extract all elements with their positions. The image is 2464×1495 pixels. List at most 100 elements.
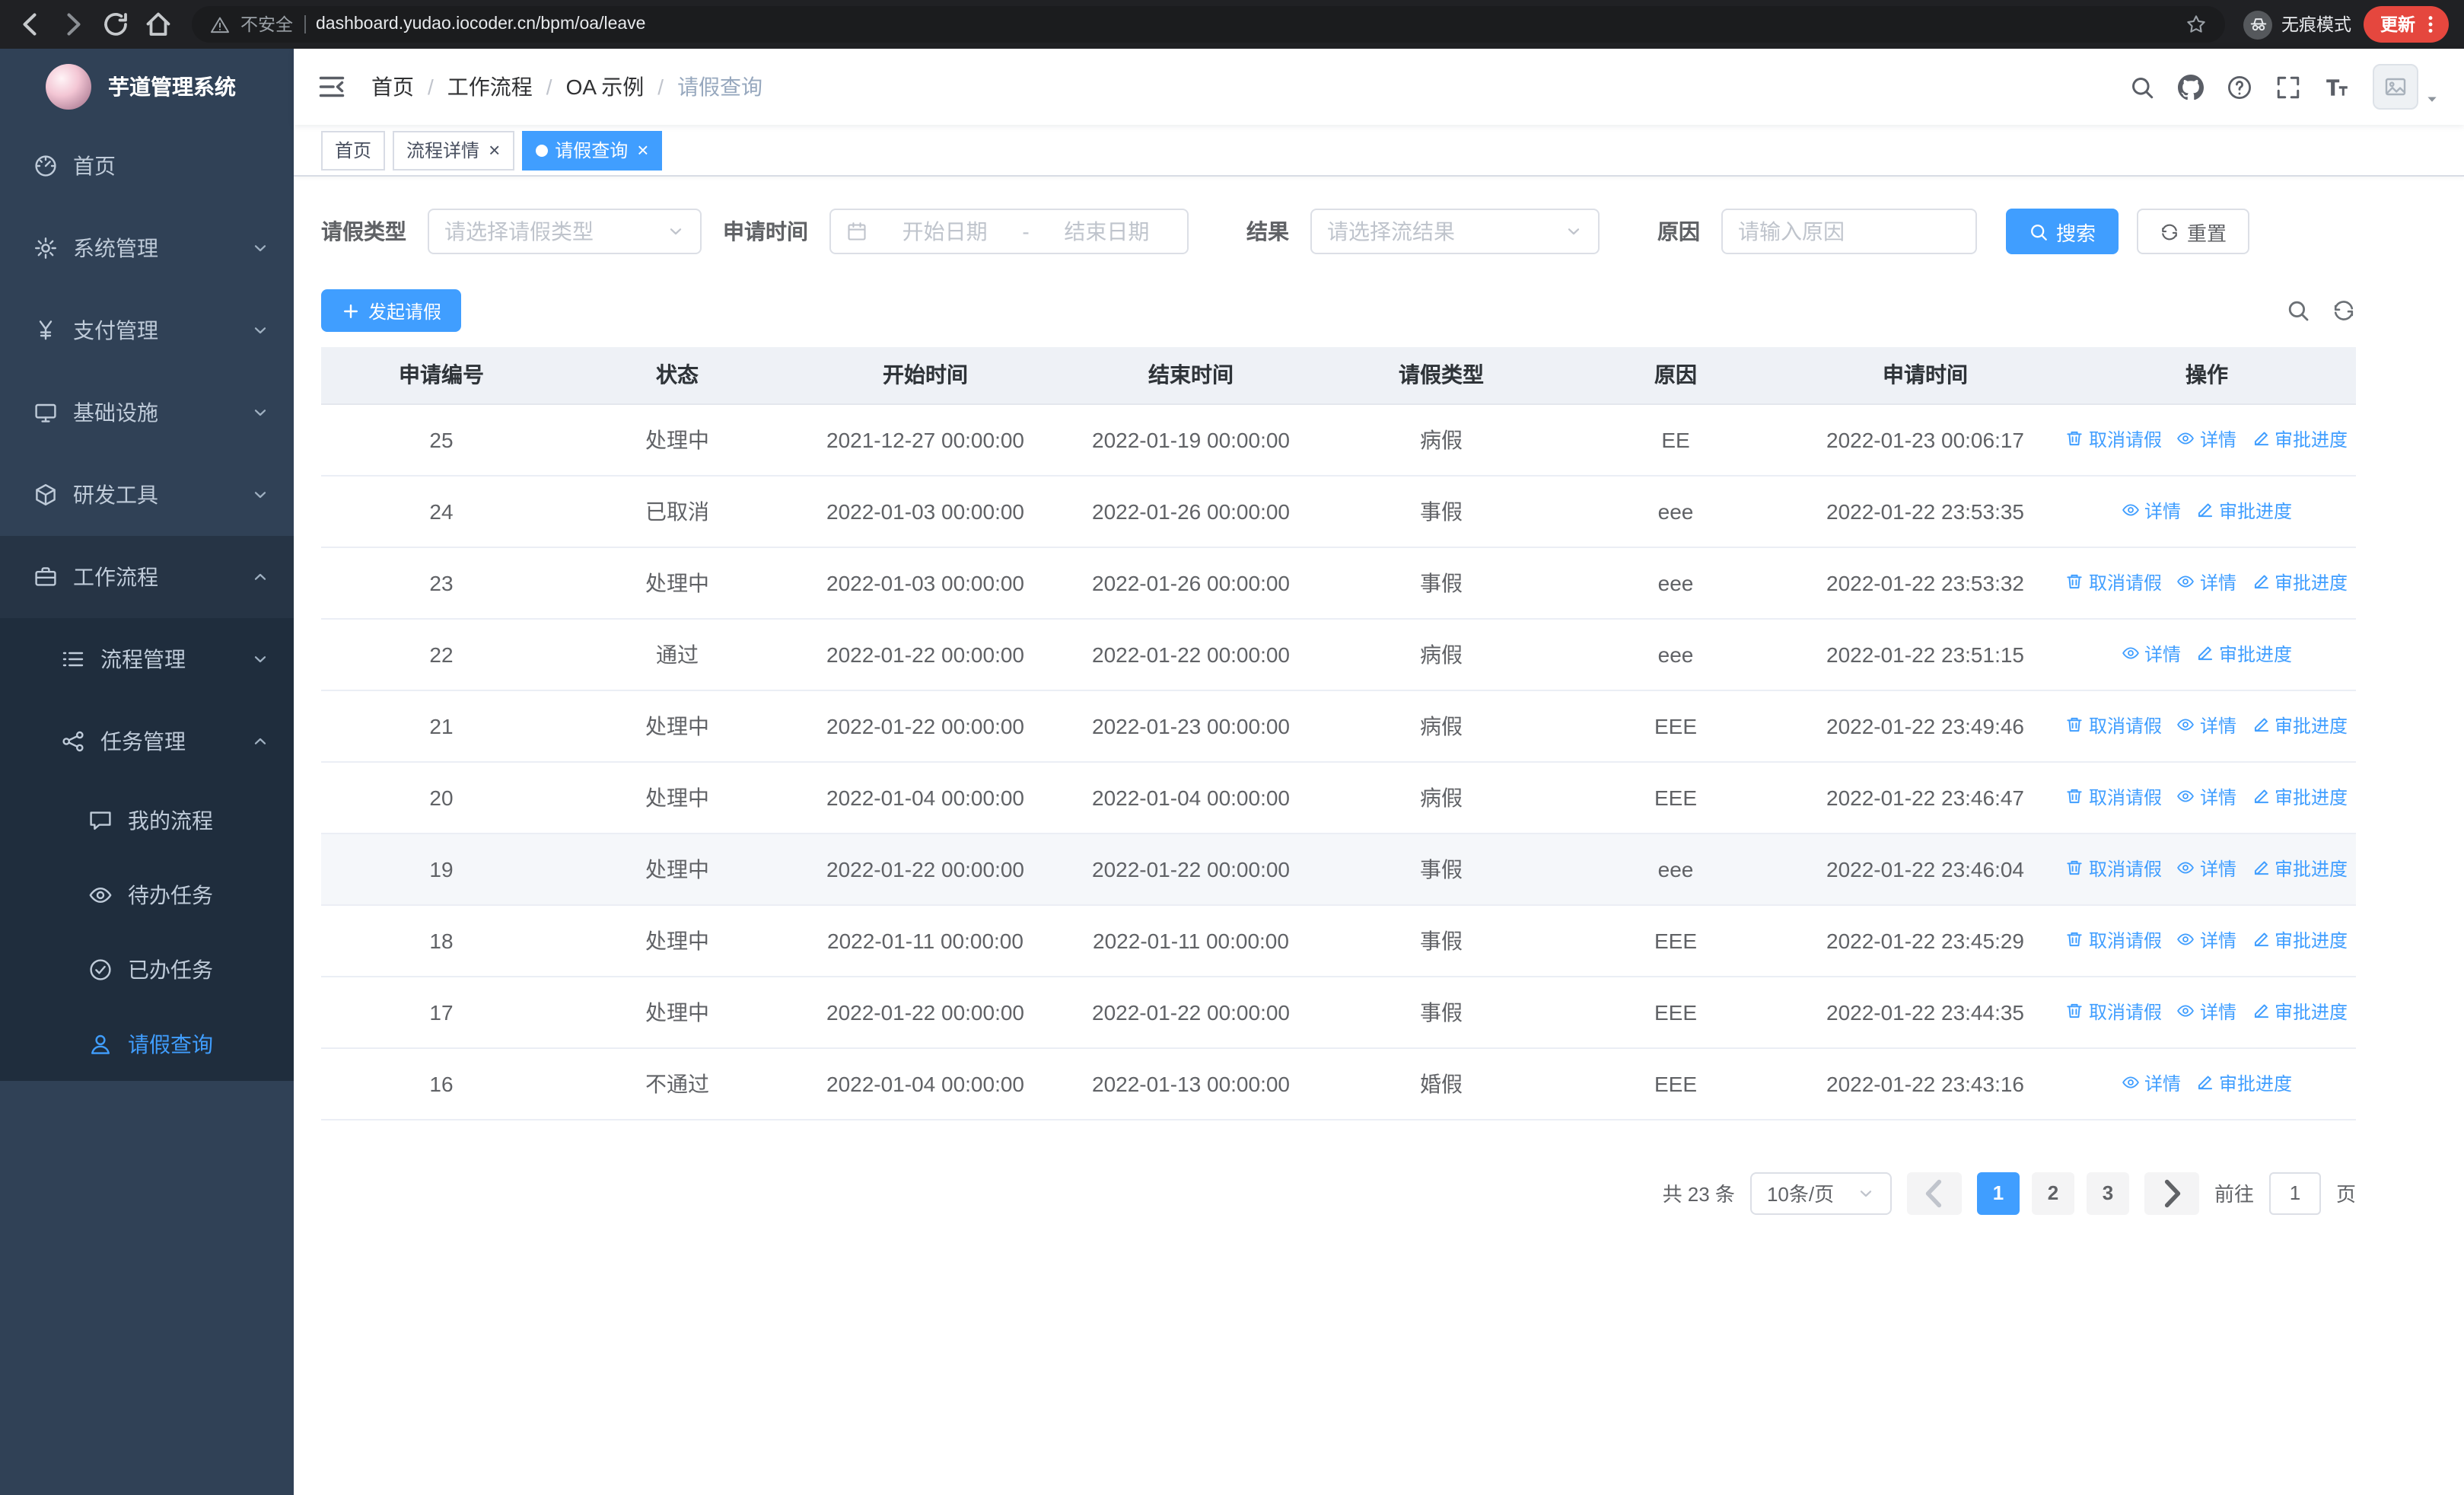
approval-progress-link[interactable]: 审批进度 bbox=[2252, 426, 2348, 452]
approval-progress-link[interactable]: 审批进度 bbox=[2252, 856, 2348, 881]
goto-page-input[interactable] bbox=[2268, 1171, 2321, 1214]
cancel-leave-link[interactable]: 取消请假 bbox=[2066, 569, 2162, 595]
approval-progress-link[interactable]: 审批进度 bbox=[2252, 712, 2348, 738]
sidebar-item-infrastructure[interactable]: 基础设施 bbox=[0, 371, 294, 454]
view-icon bbox=[2177, 716, 2195, 735]
detail-link[interactable]: 详情 bbox=[2177, 927, 2236, 953]
sidebar-item-leave-query[interactable]: 请假查询 bbox=[0, 1006, 294, 1081]
page-button-1[interactable]: 1 bbox=[1976, 1171, 2020, 1214]
close-icon[interactable]: × bbox=[637, 140, 648, 160]
breadcrumb-item[interactable]: OA 示例 bbox=[566, 72, 645, 102]
cancel-leave-link[interactable]: 取消请假 bbox=[2066, 712, 2162, 738]
sidebar-item-label: 首页 bbox=[73, 154, 116, 178]
update-button[interactable]: 更新 bbox=[2364, 6, 2449, 43]
search-button[interactable]: 搜索 bbox=[2006, 209, 2119, 254]
sidebar-item-my-process[interactable]: 我的流程 bbox=[0, 783, 294, 857]
cancel-leave-link[interactable]: 取消请假 bbox=[2066, 856, 2162, 881]
sidebar-item-done-tasks[interactable]: 已办任务 bbox=[0, 932, 294, 1006]
bookmark-star-icon[interactable] bbox=[2185, 14, 2207, 35]
detail-link[interactable]: 详情 bbox=[2177, 712, 2236, 738]
approval-progress-link[interactable]: 审批进度 bbox=[2252, 927, 2348, 953]
sidebar-item-payment-management[interactable]: 支付管理 bbox=[0, 289, 294, 371]
browser-forward-button[interactable] bbox=[58, 9, 88, 40]
view-icon bbox=[2177, 788, 2195, 806]
result-select[interactable]: 请选择流结果 bbox=[1310, 209, 1600, 254]
cell-start-time: 2022-01-22 00:00:00 bbox=[793, 976, 1058, 1048]
leave-table: 申请编号 状态 开始时间 结束时间 请假类型 原因 申请时间 操作 25 处理中 2021-12-… bbox=[321, 347, 2356, 1120]
edit-icon bbox=[2252, 859, 2270, 878]
delete-icon bbox=[2066, 716, 2084, 735]
cancel-leave-link[interactable]: 取消请假 bbox=[2066, 426, 2162, 452]
approval-progress-link[interactable]: 审批进度 bbox=[2196, 641, 2292, 667]
reason-input[interactable] bbox=[1721, 209, 1977, 254]
sidebar-item-home[interactable]: 首页 bbox=[0, 125, 294, 207]
range-separator: - bbox=[1022, 219, 1030, 244]
page-button-3[interactable]: 3 bbox=[2086, 1171, 2129, 1214]
sidebar-item-dev-tools[interactable]: 研发工具 bbox=[0, 454, 294, 536]
approval-progress-link[interactable]: 审批进度 bbox=[2252, 569, 2348, 595]
detail-link[interactable]: 详情 bbox=[2177, 569, 2236, 595]
detail-link[interactable]: 详情 bbox=[2122, 641, 2181, 667]
avatar bbox=[2373, 64, 2418, 110]
refresh-table-icon[interactable] bbox=[2332, 298, 2356, 323]
cell-actions: 取消请假 详情 审批进度 bbox=[2058, 403, 2356, 476]
breadcrumb-item[interactable]: 首页 bbox=[371, 72, 414, 102]
user-icon bbox=[88, 1031, 113, 1056]
cancel-leave-link[interactable]: 取消请假 bbox=[2066, 784, 2162, 810]
share-icon bbox=[61, 729, 85, 754]
sidebar-item-workflow[interactable]: 工作流程 bbox=[0, 536, 294, 618]
cell-end-time: 2022-01-22 00:00:00 bbox=[1058, 618, 1324, 690]
cell-actions: 详情 审批进度 bbox=[2058, 618, 2356, 690]
user-menu[interactable] bbox=[2373, 64, 2440, 110]
browser-back-button[interactable] bbox=[15, 9, 46, 40]
edit-icon bbox=[2252, 931, 2270, 949]
detail-link[interactable]: 详情 bbox=[2177, 426, 2236, 452]
browser-reload-button[interactable] bbox=[100, 9, 131, 40]
font-size-icon[interactable] bbox=[2324, 74, 2350, 100]
sidebar-collapse-icon[interactable] bbox=[317, 72, 347, 102]
close-icon[interactable]: × bbox=[489, 140, 500, 160]
help-icon[interactable] bbox=[2227, 74, 2252, 100]
reset-button[interactable]: 重置 bbox=[2137, 209, 2250, 254]
sidebar-item-process-management[interactable]: 流程管理 bbox=[0, 618, 294, 700]
cancel-leave-link[interactable]: 取消请假 bbox=[2066, 927, 2162, 953]
approval-progress-link[interactable]: 审批进度 bbox=[2196, 1070, 2292, 1096]
detail-link[interactable]: 详情 bbox=[2177, 784, 2236, 810]
cell-end-time: 2022-01-22 00:00:00 bbox=[1058, 976, 1324, 1048]
browser-home-button[interactable] bbox=[143, 9, 173, 40]
page-size-select[interactable]: 10条/页 bbox=[1749, 1171, 1892, 1214]
sidebar-item-todo-tasks[interactable]: 待办任务 bbox=[0, 857, 294, 932]
create-leave-button[interactable]: 发起请假 bbox=[321, 289, 462, 332]
approval-progress-link[interactable]: 审批进度 bbox=[2196, 498, 2292, 524]
table-row: 23 处理中 2022-01-03 00:00:00 2022-01-26 00:00… bbox=[321, 547, 2356, 619]
detail-link[interactable]: 详情 bbox=[2177, 856, 2236, 881]
detail-link[interactable]: 详情 bbox=[2122, 1070, 2181, 1096]
address-bar[interactable]: 不安全 dashboard.yudao.iocoder.cn/bpm/oa/le… bbox=[192, 6, 2225, 43]
apply-time-range-picker[interactable]: 开始日期 - 结束日期 bbox=[829, 209, 1189, 254]
tab-home[interactable]: 首页 bbox=[321, 130, 386, 170]
breadcrumb-item[interactable]: 工作流程 bbox=[447, 72, 533, 102]
cell-leave-type: 病假 bbox=[1324, 690, 1558, 762]
page-button-2[interactable]: 2 bbox=[2031, 1171, 2074, 1214]
next-page-button[interactable] bbox=[2144, 1171, 2199, 1214]
sidebar-item-task-management[interactable]: 任务管理 bbox=[0, 700, 294, 783]
sidebar-item-system-management[interactable]: 系统管理 bbox=[0, 207, 294, 289]
tab-process-detail[interactable]: 流程详情 × bbox=[393, 130, 514, 170]
view-icon bbox=[2122, 502, 2140, 520]
toggle-search-icon[interactable] bbox=[2286, 298, 2310, 323]
app-logo[interactable]: 芋道管理系统 bbox=[0, 49, 294, 125]
leave-type-select[interactable]: 请选择请假类型 bbox=[428, 209, 702, 254]
cell-leave-type: 事假 bbox=[1324, 976, 1558, 1048]
detail-link[interactable]: 详情 bbox=[2122, 498, 2181, 524]
search-icon[interactable] bbox=[2129, 74, 2155, 100]
cancel-leave-link[interactable]: 取消请假 bbox=[2066, 999, 2162, 1025]
browser-menu-icon[interactable] bbox=[2420, 14, 2441, 35]
detail-link[interactable]: 详情 bbox=[2177, 999, 2236, 1025]
approval-progress-link[interactable]: 审批进度 bbox=[2252, 999, 2348, 1025]
dashboard-icon bbox=[33, 154, 58, 178]
github-icon[interactable] bbox=[2178, 74, 2204, 100]
tab-leave-query[interactable]: 请假查询 × bbox=[521, 130, 663, 170]
approval-progress-link[interactable]: 审批进度 bbox=[2252, 784, 2348, 810]
fullscreen-icon[interactable] bbox=[2275, 74, 2301, 100]
prev-page-button[interactable] bbox=[1906, 1171, 1962, 1214]
